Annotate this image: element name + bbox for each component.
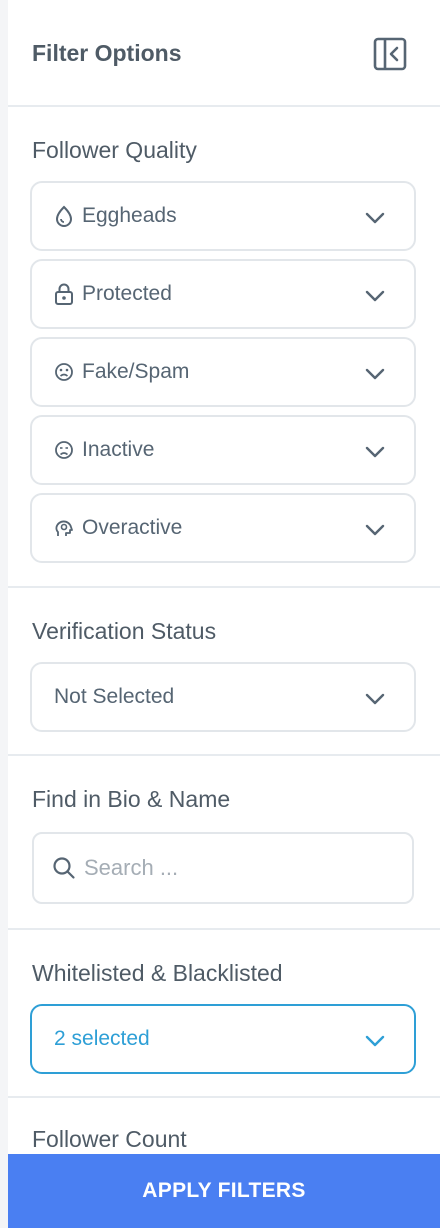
section-title: Follower Count — [32, 1126, 187, 1152]
section-title: Whitelisted & Blacklisted — [32, 960, 283, 986]
bio-search-box[interactable] — [32, 832, 414, 904]
section-title: Find in Bio & Name — [32, 786, 231, 812]
search-input[interactable] — [84, 855, 384, 881]
lists-dropdown[interactable]: 2 selected — [30, 1004, 416, 1074]
head-gear-icon — [54, 517, 74, 539]
dropdown-value: 2 selected — [54, 1027, 150, 1050]
sad-face-icon — [54, 361, 74, 383]
chevron-down-icon — [365, 524, 385, 536]
chevron-down-icon — [365, 212, 385, 224]
filter-panel: Filter Options Follower Quality Eggheads… — [8, 0, 440, 1228]
chevron-down-icon — [365, 693, 385, 705]
lock-icon — [54, 283, 74, 305]
dropdown-label: Eggheads — [82, 204, 177, 227]
eggheads-dropdown[interactable]: Eggheads — [30, 181, 416, 251]
dropdown-label: Inactive — [82, 438, 155, 461]
dropdown-label: Protected — [82, 282, 172, 305]
follower-quality-section: Follower Quality Eggheads Protected Fake… — [8, 107, 440, 588]
filter-header: Filter Options — [8, 0, 440, 107]
frown-face-icon — [54, 439, 74, 461]
verification-dropdown[interactable]: Not Selected — [30, 662, 416, 732]
dropdown-label: Overactive — [82, 516, 183, 539]
chevron-down-icon — [365, 290, 385, 302]
verification-section: Verification Status Not Selected — [8, 588, 440, 756]
chevron-down-icon — [365, 1035, 385, 1047]
lists-section: Whitelisted & Blacklisted 2 selected — [8, 930, 440, 1098]
egg-icon — [54, 205, 74, 227]
section-title: Verification Status — [32, 618, 217, 644]
dropdown-value: Not Selected — [54, 685, 175, 708]
section-title: Follower Quality — [32, 137, 197, 163]
filter-title: Filter Options — [32, 40, 182, 66]
chevron-down-icon — [365, 446, 385, 458]
sidebar-collapse-icon — [373, 37, 407, 71]
apply-filters-button[interactable]: APPLY FILTERS — [8, 1154, 440, 1228]
bio-search-section: Find in Bio & Name — [8, 756, 440, 930]
dropdown-label: Fake/Spam — [82, 360, 190, 383]
protected-dropdown[interactable]: Protected — [30, 259, 416, 329]
chevron-down-icon — [365, 368, 385, 380]
fake-spam-dropdown[interactable]: Fake/Spam — [30, 337, 416, 407]
overactive-dropdown[interactable]: Overactive — [30, 493, 416, 563]
search-icon — [53, 857, 75, 879]
collapse-sidebar-button[interactable] — [372, 36, 408, 72]
inactive-dropdown[interactable]: Inactive — [30, 415, 416, 485]
